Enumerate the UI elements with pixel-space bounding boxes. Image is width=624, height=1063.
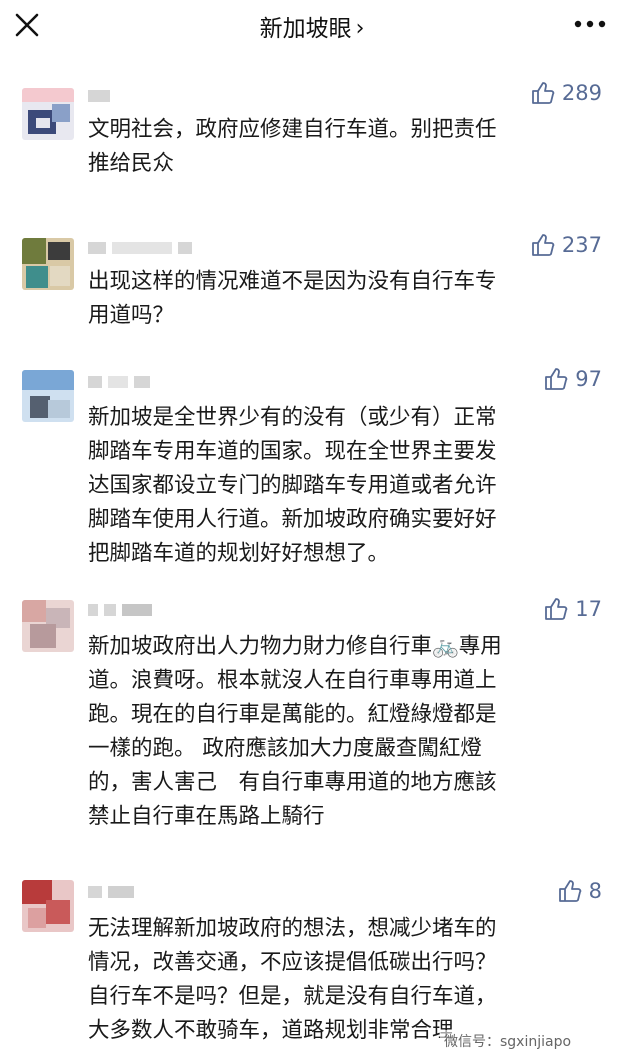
nickname-blurred [88,886,140,898]
like-count: 289 [561,81,602,105]
like-count: 97 [575,367,602,391]
nickname-blurred [88,604,158,616]
avatar[interactable] [22,880,74,932]
top-bar: 新加坡眼 › [0,0,624,58]
avatar[interactable] [22,238,74,290]
like-button[interactable]: 97 [543,366,602,392]
more-dots-icon[interactable] [572,14,608,34]
comment-text: 出现这样的情况难道不是因为没有自行车专 用道吗？ [88,269,497,328]
comment-text: 文明社会，政府应修建自行车道。别把责任 推给民众 [88,117,497,176]
like-count: 8 [588,879,602,903]
thumbs-up-icon [545,368,568,390]
avatar[interactable] [22,88,74,140]
nickname-blurred [88,242,198,254]
comment-text: 新加坡是全世界少有的没有（或少有）正常 脚踏车专用车道的国家。现在全世界主要发 … [88,405,497,566]
comment-text: 无法理解新加坡政府的想法，想减少堵车的 情况，改善交通，不应该提倡低碳出行吗？ … [88,916,497,1043]
page-title: 新加坡眼 [259,16,352,42]
nickname-blurred [88,376,156,388]
avatar[interactable] [22,370,74,422]
avatar[interactable] [22,600,74,652]
like-count: 237 [561,233,602,257]
like-count: 17 [575,597,602,621]
chevron-right-icon: › [355,16,365,41]
page-title-link[interactable]: 新加坡眼 › [0,9,624,43]
thumbs-up-icon [532,234,555,256]
thumbs-up-icon [558,880,581,902]
like-button[interactable]: 237 [530,232,602,258]
like-button[interactable]: 289 [530,80,602,106]
watermark: 微信号：sgxinjiapo [440,1030,576,1052]
comment-text: 新加坡政府出人力物力財力修自行車🚲專用 道。浪費呀。根本就沒人在自行車專用道上 … [88,634,502,829]
nickname-blurred [88,90,116,102]
thumbs-up-icon [532,82,555,104]
like-button[interactable]: 8 [557,878,602,904]
like-button[interactable]: 17 [543,596,602,622]
thumbs-up-icon [545,598,568,620]
